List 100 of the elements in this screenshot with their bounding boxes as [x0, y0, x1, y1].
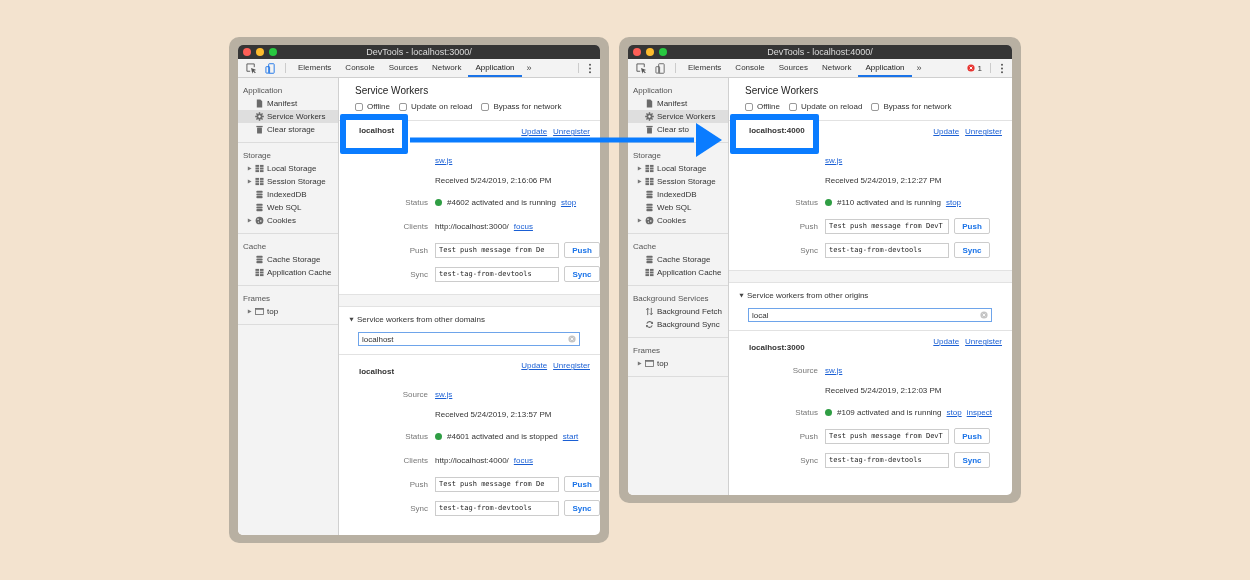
inspect-icon[interactable]: [636, 62, 647, 74]
sidebar-item[interactable]: IndexedDB: [238, 188, 308, 201]
minimize-icon[interactable]: [646, 48, 654, 56]
panel-tab[interactable]: Application: [858, 59, 912, 77]
action-link[interactable]: Unregister: [553, 361, 590, 371]
action-link[interactable]: Unregister: [553, 127, 590, 137]
panel-tab[interactable]: Console: [728, 59, 772, 77]
push-button[interactable]: Push: [564, 242, 600, 258]
sync-button[interactable]: Sync: [564, 500, 600, 516]
sidebar-item[interactable]: Cookies: [628, 214, 687, 227]
minimize-icon[interactable]: [256, 48, 264, 56]
source-link[interactable]: sw.js: [825, 155, 843, 165]
sidebar-item[interactable]: Application Cache: [628, 266, 723, 279]
sidebar-item[interactable]: Clear sto: [628, 123, 690, 136]
checkbox-label[interactable]: Bypass for network: [493, 102, 562, 111]
sidebar-item[interactable]: Local Storage: [628, 162, 708, 175]
sidebar-item[interactable]: Local Storage: [238, 162, 318, 175]
expand-icon[interactable]: [739, 293, 744, 298]
action-link[interactable]: Unregister: [965, 337, 1002, 347]
sidebar-item[interactable]: top: [628, 357, 670, 370]
menu-icon[interactable]: [1000, 62, 1004, 74]
checkbox[interactable]: [789, 102, 797, 111]
sidebar-item[interactable]: Manifest: [628, 97, 689, 110]
checkbox-label[interactable]: Offline: [367, 102, 390, 111]
panel-tab[interactable]: Network: [815, 59, 859, 77]
grid-icon: [645, 268, 654, 277]
checkbox-label[interactable]: Bypass for network: [883, 102, 952, 111]
panel-tab[interactable]: Elements: [291, 59, 339, 77]
sidebar-item[interactable]: Service Workers: [628, 110, 728, 123]
sidebar-item[interactable]: top: [238, 305, 280, 318]
status-link[interactable]: stop: [560, 197, 577, 207]
maximize-icon[interactable]: [659, 48, 667, 56]
sidebar-item[interactable]: IndexedDB: [628, 188, 698, 201]
filter-field[interactable]: local: [748, 308, 992, 322]
status-link[interactable]: stop: [945, 197, 962, 207]
source-link[interactable]: sw.js: [435, 389, 453, 399]
device-icon[interactable]: [655, 62, 666, 74]
sidebar-item[interactable]: Web SQL: [628, 201, 693, 214]
grid-icon: [255, 268, 264, 277]
push-button[interactable]: Push: [564, 476, 600, 492]
cookie-icon: [255, 216, 264, 225]
close-icon[interactable]: [633, 48, 641, 56]
clients-link[interactable]: focus: [513, 455, 533, 465]
status-link[interactable]: start: [562, 431, 579, 441]
sidebar-item[interactable]: Service Workers: [238, 110, 338, 123]
checkbox-label[interactable]: Offline: [757, 102, 780, 111]
more-tabs-button[interactable]: »: [911, 59, 927, 77]
panel-tab[interactable]: Network: [425, 59, 469, 77]
field-label: Status: [405, 431, 428, 441]
checkbox[interactable]: [745, 102, 753, 111]
error-count[interactable]: 1: [974, 59, 985, 77]
checkbox[interactable]: [481, 102, 490, 111]
sidebar-item[interactable]: Session Storage: [628, 175, 717, 188]
checkbox[interactable]: [871, 102, 880, 111]
expand-icon[interactable]: [349, 317, 354, 322]
sidebar-item[interactable]: Cache Storage: [238, 253, 322, 266]
sync-button[interactable]: Sync: [564, 266, 600, 282]
checkbox[interactable]: [399, 102, 407, 111]
close-icon[interactable]: [243, 48, 251, 56]
push-button[interactable]: Push: [954, 428, 990, 444]
maximize-icon[interactable]: [269, 48, 277, 56]
action-link[interactable]: Update: [521, 361, 548, 371]
source-link[interactable]: sw.js: [825, 365, 843, 375]
sidebar-item[interactable]: Session Storage: [238, 175, 327, 188]
sidebar-item[interactable]: Cookies: [238, 214, 297, 227]
action-link[interactable]: Update: [933, 127, 960, 137]
clients-link[interactable]: focus: [513, 221, 533, 231]
panel-tab[interactable]: Sources: [771, 59, 816, 77]
panel-tab[interactable]: Sources: [381, 59, 426, 77]
sidebar-item[interactable]: Background Fetch: [628, 305, 723, 318]
sidebar-item[interactable]: Manifest: [238, 97, 299, 110]
sidebar-item[interactable]: Cache Storage: [628, 253, 712, 266]
section-title[interactable]: Service workers from other origins: [747, 291, 869, 300]
sync-button[interactable]: Sync: [954, 242, 990, 258]
inspect-icon[interactable]: [246, 62, 257, 74]
status-link[interactable]: inspect: [966, 407, 992, 417]
checkbox-label[interactable]: Update on reload: [801, 102, 863, 111]
sync-button[interactable]: Sync: [954, 452, 990, 468]
more-tabs-button[interactable]: »: [521, 59, 537, 77]
push-button[interactable]: Push: [954, 218, 990, 234]
panel-tab[interactable]: Console: [338, 59, 382, 77]
status-link[interactable]: stop: [946, 407, 962, 417]
filter-field[interactable]: localhost: [358, 332, 580, 346]
panel-tab[interactable]: Application: [468, 59, 522, 77]
device-icon[interactable]: [265, 62, 276, 74]
sidebar-item[interactable]: Background Sync: [628, 318, 721, 331]
action-link[interactable]: Update: [521, 127, 548, 137]
section-title[interactable]: Service workers from other domains: [357, 315, 486, 324]
action-link[interactable]: Unregister: [965, 127, 1002, 137]
sidebar-item[interactable]: Application Cache: [238, 266, 333, 279]
action-link[interactable]: Update: [933, 337, 960, 347]
checkbox[interactable]: [355, 102, 363, 111]
window-title: DevTools - localhost:3000/: [366, 47, 472, 57]
menu-icon[interactable]: [588, 62, 592, 74]
sidebar-item[interactable]: Clear storage: [238, 123, 317, 136]
source-link[interactable]: sw.js: [435, 155, 453, 165]
panel-heading: Service Workers: [355, 85, 430, 98]
panel-tab[interactable]: Elements: [681, 59, 729, 77]
checkbox-label[interactable]: Update on reload: [411, 102, 473, 111]
sidebar-item[interactable]: Web SQL: [238, 201, 303, 214]
